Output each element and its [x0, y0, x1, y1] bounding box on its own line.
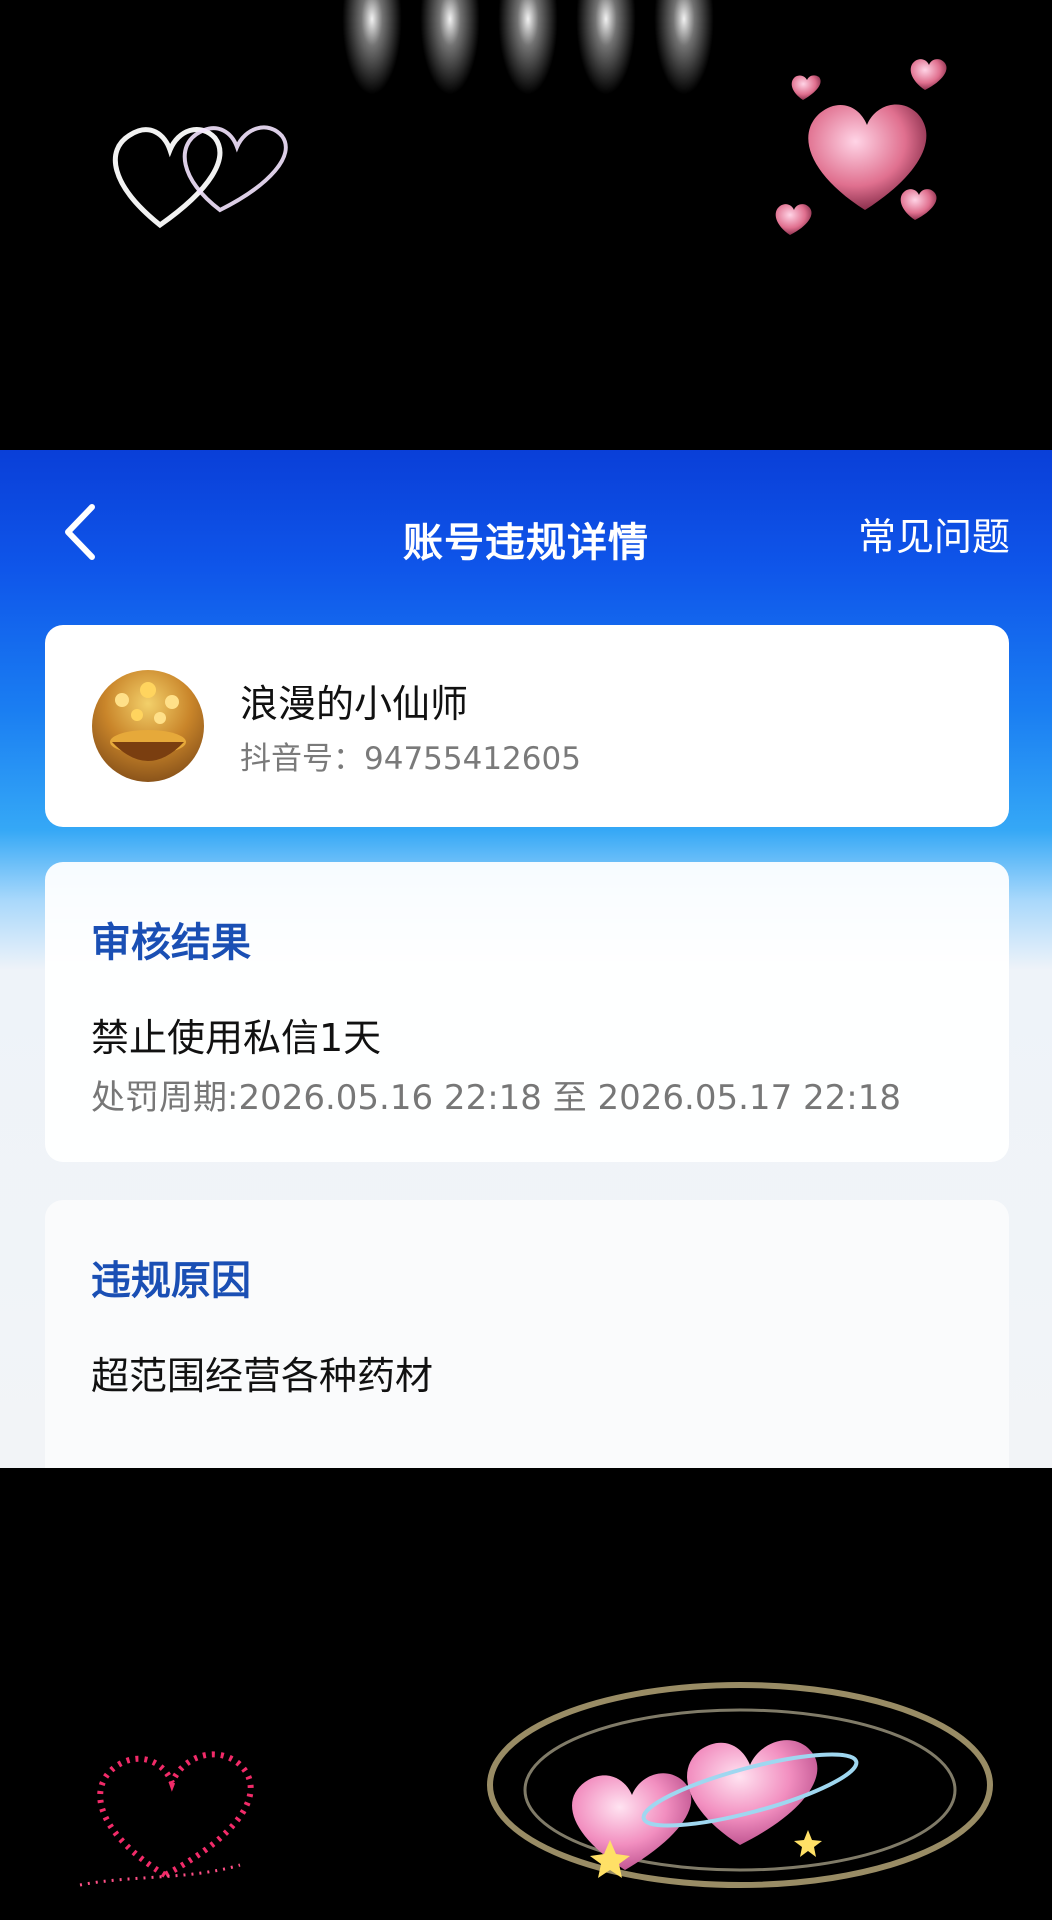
account-card: 浪漫的小仙师 抖音号：94755412605 — [45, 625, 1009, 827]
spotlight — [654, 0, 714, 95]
account-name: 浪漫的小仙师 — [240, 682, 469, 726]
account-id-value: 94755412605 — [364, 741, 581, 777]
faq-link[interactable]: 常见问题 — [858, 506, 1010, 561]
review-result-card: 审核结果 禁止使用私信1天 处罚周期:2026.05.16 22:18 至 20… — [45, 862, 1009, 1162]
spotlight — [342, 0, 402, 95]
account-id-label: 抖音号： — [240, 741, 364, 777]
violation-reason-title: 违规原因 — [91, 1258, 251, 1304]
sparkle-double-heart-icon — [112, 125, 288, 229]
pink-hearts-icon — [775, 59, 947, 235]
penalty-period: 处罚周期:2026.05.16 22:18 至 2026.05.17 22:18 — [91, 1078, 901, 1118]
app-screen: 账号违规详情 常见问题 浪漫的小仙师 抖音号：94755412605 审核结果 … — [0, 450, 1052, 1468]
review-result-text: 禁止使用私信1天 — [91, 1016, 382, 1060]
account-id-row: 抖音号：94755412605 — [240, 733, 581, 778]
avatar[interactable] — [92, 670, 204, 782]
spotlight — [420, 0, 480, 95]
planet-hearts-icon — [487, 1682, 993, 1888]
nav-bar: 账号违规详情 常见问题 — [0, 450, 1052, 610]
gold-pot-icon — [110, 682, 186, 761]
sparkle-red-heart-icon — [79, 1751, 254, 1887]
spotlight — [576, 0, 636, 95]
review-result-title: 审核结果 — [91, 920, 251, 966]
violation-reason-card: 违规原因 超范围经营各种药材 — [45, 1200, 1009, 1468]
violation-reason-text: 超范围经营各种药材 — [91, 1354, 434, 1398]
spotlight — [498, 0, 558, 95]
